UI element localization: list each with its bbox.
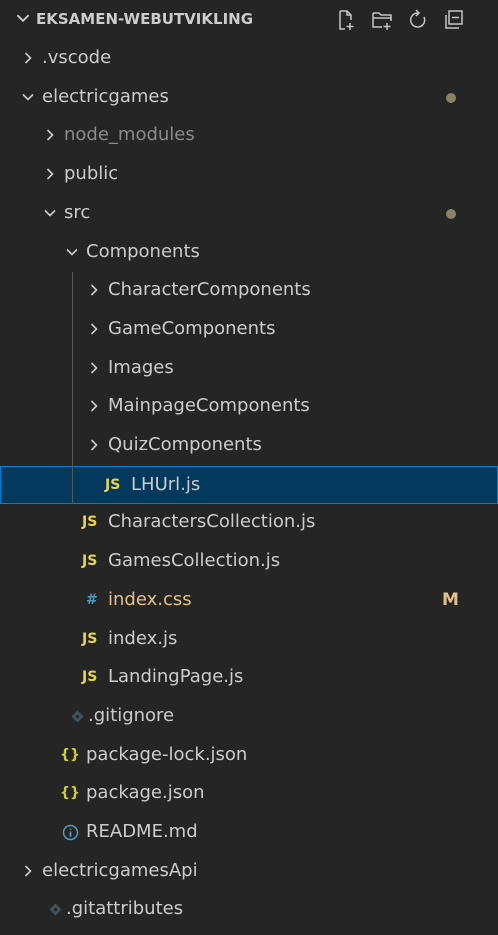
json-file-icon: {} (60, 746, 80, 763)
javascript-file-icon: JS (105, 476, 121, 493)
modified-dot-indicator (446, 208, 456, 219)
indent-guide (72, 272, 73, 505)
chevron-right-icon[interactable] (42, 127, 58, 143)
chevron-right-icon[interactable] (86, 282, 102, 298)
tree-file-item[interactable]: JS GamesCollection.js (0, 543, 498, 581)
explorer-panel: EKSAMEN-WEBUTVIKLING .vscode electricgam… (0, 0, 498, 935)
tree-item-label: QuizComponents (108, 434, 262, 455)
tree-file-item[interactable]: .gitignore (0, 698, 498, 736)
tree-item-label: node_modules (64, 124, 195, 146)
tree-file-item[interactable]: JS LandingPage.js (0, 659, 498, 697)
tree-folder-item[interactable]: .vscode (0, 40, 498, 78)
git-status-badge: M (442, 589, 459, 610)
tree-folder-item[interactable]: QuizComponents (0, 427, 498, 465)
tree-item-label: .vscode (42, 47, 112, 68)
tree-file-item[interactable]: JS CharactersCollection.js (0, 504, 498, 542)
tree-folder-item[interactable]: electricgamesApi (0, 853, 498, 891)
javascript-file-icon: JS (82, 514, 98, 531)
tree-item-label: index.js (108, 627, 178, 649)
tree-folder-item[interactable]: Components (0, 234, 498, 272)
tree-folder-item[interactable]: MainpageComponents (0, 388, 498, 426)
collapse-all-icon[interactable] (442, 8, 466, 32)
tree-item-label: .gitattributes (66, 898, 184, 920)
tree-item-label: Components (86, 240, 200, 262)
chevron-right-icon[interactable] (20, 863, 36, 879)
refresh-icon[interactable] (406, 8, 430, 32)
chevron-right-icon[interactable] (86, 398, 102, 414)
tree-file-item[interactable]: # index.css M (0, 582, 498, 620)
chevron-down-icon[interactable] (20, 89, 36, 105)
tree-item-label: index.css (108, 588, 192, 610)
tree-folder-item[interactable]: node_modules (0, 117, 498, 155)
tree-file-item[interactable]: {} package-lock.json (0, 737, 498, 775)
tree-file-item[interactable]: JS LHUrl.js (0, 465, 498, 504)
javascript-file-icon: JS (82, 669, 98, 686)
tree-folder-item[interactable]: public (0, 156, 498, 194)
explorer-title: EKSAMEN-WEBUTVIKLING (36, 10, 254, 28)
new-folder-icon[interactable] (370, 8, 394, 32)
tree-folder-item[interactable]: CharacterComponents (0, 272, 498, 310)
git-file-icon (70, 709, 85, 729)
tree-folder-item[interactable]: Images (0, 350, 498, 388)
tree-item-label: CharacterComponents (108, 279, 311, 301)
tree-folder-item[interactable]: GameComponents (0, 311, 498, 349)
tree-item-label: README.md (86, 821, 198, 842)
tree-file-item[interactable]: README.md (0, 814, 498, 852)
chevron-down-icon[interactable] (64, 244, 80, 260)
javascript-file-icon: JS (82, 553, 98, 570)
tree-item-label: LHUrl.js (131, 473, 201, 495)
tree-file-item[interactable]: JS index.js (0, 621, 498, 659)
tree-item-label: LandingPage.js (108, 666, 244, 688)
tree-item-label: electricgamesApi (42, 859, 198, 881)
explorer-actions (334, 8, 494, 32)
tree-item-label: CharactersCollection.js (108, 511, 316, 533)
git-file-icon (48, 902, 63, 922)
explorer-header[interactable]: EKSAMEN-WEBUTVIKLING (0, 0, 498, 38)
info-icon (62, 824, 79, 844)
javascript-file-icon: JS (82, 630, 98, 647)
chevron-right-icon[interactable] (86, 321, 102, 337)
tree-folder-item[interactable]: electricgames (0, 79, 498, 117)
tree-item-label: package.json (86, 782, 205, 804)
tree-item-label: electricgames (42, 85, 169, 107)
tree-item-label: MainpageComponents (108, 395, 310, 417)
tree-file-item[interactable]: .gitattributes (0, 891, 498, 929)
tree-file-item[interactable]: {} package.json (0, 775, 498, 813)
chevron-right-icon[interactable] (20, 50, 36, 66)
tree-item-label: src (64, 201, 91, 223)
new-file-icon[interactable] (334, 8, 358, 32)
chevron-down-icon[interactable] (42, 205, 58, 221)
modified-dot-indicator (446, 92, 456, 103)
chevron-right-icon[interactable] (86, 437, 102, 453)
css-file-icon: # (86, 591, 98, 608)
tree-item-label: .gitignore (88, 704, 175, 726)
tree-item-label: public (64, 163, 119, 185)
tree-item-label: package-lock.json (86, 743, 248, 765)
tree-item-label: Images (108, 356, 174, 378)
chevron-right-icon[interactable] (42, 166, 58, 182)
tree-item-label: GamesCollection.js (108, 550, 281, 572)
tree-item-label: GameComponents (108, 317, 276, 339)
chevron-down-icon[interactable] (14, 9, 32, 27)
chevron-right-icon[interactable] (86, 360, 102, 376)
tree-folder-item[interactable]: src (0, 195, 498, 233)
json-file-icon: {} (60, 785, 80, 802)
